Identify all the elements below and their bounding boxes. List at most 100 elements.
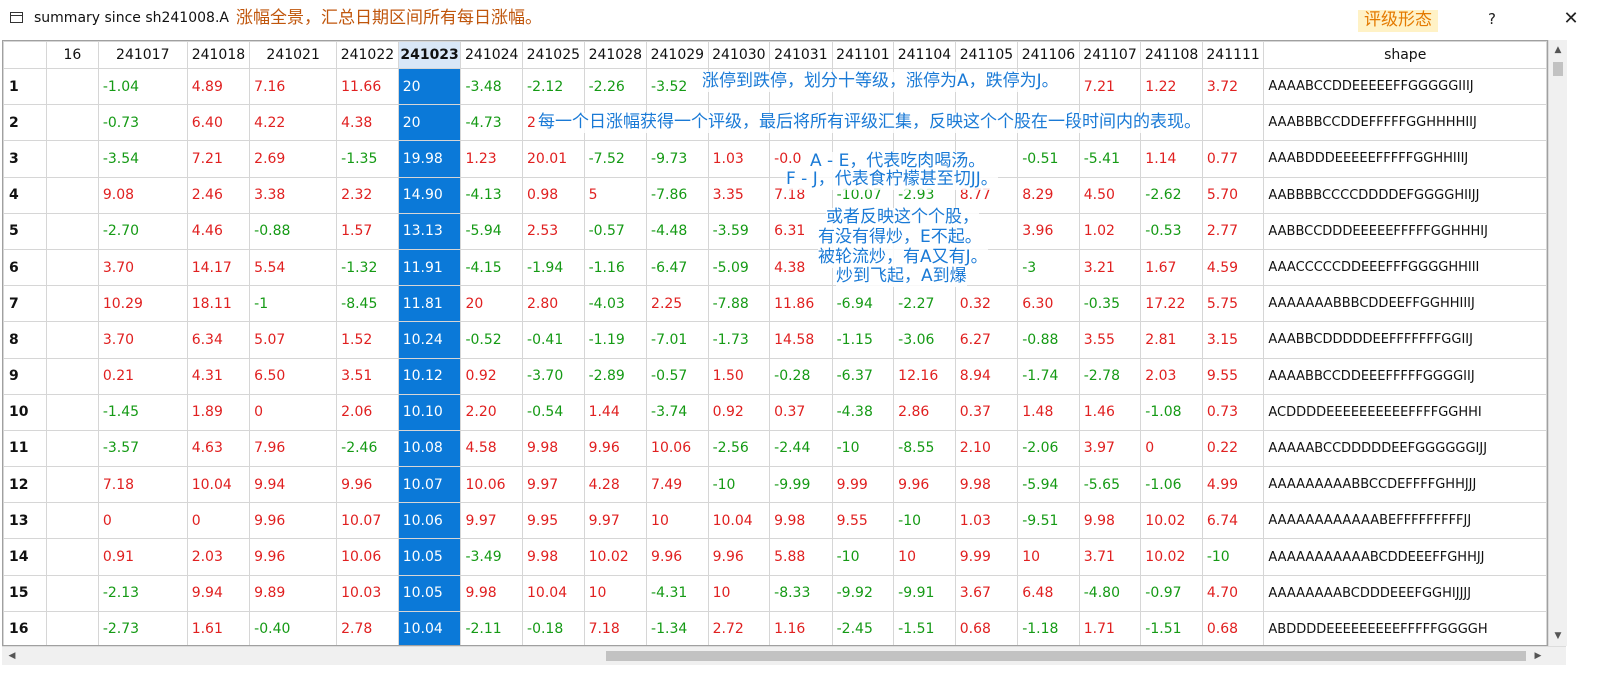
table-cell[interactable]: 4.89	[186, 67, 251, 106]
table-cell[interactable]: 9.94	[249, 466, 338, 504]
table-cell[interactable]: -10	[831, 538, 895, 576]
table-cell[interactable]: -2.45	[831, 610, 895, 645]
column-header-241021[interactable]: 241021	[249, 41, 338, 69]
table-cell[interactable]: -1.04	[97, 67, 188, 106]
table-cell[interactable]: 1.03	[707, 140, 771, 178]
table-cell[interactable]: 3.97	[1078, 429, 1142, 468]
table-cell[interactable]: -0.73	[97, 104, 188, 142]
table-cell[interactable]: 2.10	[954, 429, 1019, 468]
table-cell[interactable]: 2.86	[893, 393, 956, 431]
table-cell[interactable]: -0.18	[522, 610, 585, 645]
table-cell[interactable]: -1.06	[1140, 466, 1203, 504]
column-header-241022[interactable]: 241022	[336, 41, 399, 69]
table-cell[interactable]: 17.22	[1140, 285, 1203, 323]
table-cell[interactable]: 2.53	[522, 212, 585, 250]
table-row[interactable]: 14 0.91 2.03 9.96 10.06 10.05 -3.49 9.98 10.02 9.…	[3, 538, 1547, 576]
table-cell[interactable]: -8.33	[769, 574, 833, 612]
table-cell[interactable]: 3.35	[707, 176, 771, 214]
table-cell[interactable]: 7.16	[249, 67, 338, 106]
table-cell[interactable]: -0.97	[1140, 574, 1203, 612]
table-cell[interactable]: -7.86	[646, 176, 709, 214]
row-header[interactable]: 7	[3, 285, 47, 323]
table-cell[interactable]: 10	[646, 502, 709, 540]
table-cell[interactable]: -9.73	[646, 140, 709, 178]
table-row[interactable]: 13 0 0 9.96 10.07 10.06 9.97 9.95 9.97 10 10.04 9.9…	[3, 502, 1547, 540]
table-cell[interactable]: 18.11	[186, 285, 251, 323]
row-header[interactable]: 15	[3, 574, 47, 612]
table-cell[interactable]: -9.92	[831, 574, 895, 612]
table-cell[interactable]: 9.97	[583, 502, 648, 540]
table-row[interactable]: 10 -1.45 1.89 0 2.06 10.10 2.20 -0.54 1.44 -3.74 0…	[3, 393, 1547, 431]
table-cell[interactable]	[45, 393, 99, 431]
table-cell[interactable]: -0.40	[249, 610, 338, 645]
table-cell[interactable]: 9.98	[769, 502, 833, 540]
column-header-241028[interactable]: 241028	[583, 41, 648, 69]
table-cell[interactable]: 3.21	[1078, 248, 1142, 287]
table-cell[interactable]	[45, 285, 99, 323]
table-cell[interactable]: -2.44	[769, 429, 833, 468]
table-cell[interactable]: 2.46	[186, 176, 251, 214]
shape-cell[interactable]: AABBCCDDDEEEEEFFFFFGGHHHIJ	[1263, 212, 1547, 250]
table-cell[interactable]: 10.02	[583, 538, 648, 576]
shape-cell[interactable]: AAAAAAAABCDDDEEEFGGHIJJJJ	[1263, 574, 1547, 612]
table-cell[interactable]	[45, 466, 99, 504]
table-cell[interactable]: 5.54	[249, 248, 338, 287]
table-cell[interactable]: -9.91	[893, 574, 956, 612]
shape-column-header[interactable]: shape	[1263, 41, 1547, 69]
table-cell[interactable]: 6.40	[186, 104, 251, 142]
table-cell[interactable]: -0.35	[1078, 285, 1142, 323]
table-cell[interactable]: 6.50	[249, 357, 338, 395]
table-cell[interactable]: 9.96	[249, 538, 338, 576]
table-cell[interactable]: 1.22	[1140, 67, 1203, 106]
table-cell[interactable]: 8.29	[1017, 176, 1080, 214]
table-cell[interactable]: 0.91	[97, 538, 188, 576]
table-cell[interactable]: -3.59	[707, 212, 771, 250]
table-cell[interactable]: 1.61	[186, 610, 251, 645]
table-cell[interactable]: -9.51	[1017, 502, 1080, 540]
table-cell[interactable]: 20	[397, 67, 462, 106]
table-cell[interactable]	[45, 140, 99, 178]
table-cell[interactable]: 7.18	[97, 466, 188, 504]
table-cell[interactable]: 1.44	[583, 393, 648, 431]
table-cell[interactable]: 10	[893, 538, 956, 576]
table-cell[interactable]: 5.75	[1201, 285, 1265, 323]
table-cell[interactable]: 11.66	[336, 67, 399, 106]
table-cell[interactable]: 4.46	[186, 212, 251, 250]
table-cell[interactable]: 2.32	[336, 176, 399, 214]
table-cell[interactable]: -5.09	[707, 248, 771, 287]
help-button[interactable]: ?	[1480, 6, 1504, 32]
table-cell[interactable]: 7.21	[186, 140, 251, 178]
table-cell[interactable]: -2.26	[583, 67, 648, 106]
table-cell[interactable]: -3.74	[646, 393, 709, 431]
table-cell[interactable]: 7.18	[583, 610, 648, 645]
table-cell[interactable]: -4.38	[831, 393, 895, 431]
table-cell[interactable]: 1.89	[186, 393, 251, 431]
shape-cell[interactable]: AAABBCDDDDDEEFFFFFFFGGIIJ	[1263, 321, 1547, 359]
table-cell[interactable]: 3.15	[1201, 321, 1265, 359]
shape-cell[interactable]: AAAAAAABBBCDDEEFFGGHHIIIJ	[1263, 285, 1547, 323]
column-header-241029[interactable]: 241029	[646, 41, 709, 69]
table-cell[interactable]: 3.96	[1017, 212, 1080, 250]
table-cell[interactable]: 0.98	[522, 176, 585, 214]
table-cell[interactable]: 9.94	[186, 574, 251, 612]
table-cell[interactable]: 7.96	[249, 429, 338, 468]
column-header-241101[interactable]: 241101	[831, 41, 895, 69]
column-header-241104[interactable]: 241104	[893, 41, 956, 69]
column-header-241107[interactable]: 241107	[1078, 41, 1142, 69]
table-cell[interactable]: 3.72	[1201, 67, 1265, 106]
table-cell[interactable]: 7.21	[1078, 67, 1142, 106]
table-cell[interactable]: -0.52	[460, 321, 524, 359]
table-cell[interactable]: -0.88	[249, 212, 338, 250]
table-cell[interactable]: 9.98	[460, 574, 524, 612]
table-cell[interactable]: 8.94	[954, 357, 1019, 395]
table-cell[interactable]	[45, 104, 99, 142]
column-header-241031[interactable]: 241031	[769, 41, 833, 69]
table-cell[interactable]	[45, 176, 99, 214]
table-cell[interactable]: 0	[1140, 429, 1203, 468]
table-cell[interactable]: -3.52	[646, 67, 709, 106]
table-cell[interactable]: 0	[97, 502, 188, 540]
table-cell[interactable]: 1.23	[460, 140, 524, 178]
table-cell[interactable]: 11.91	[397, 248, 462, 287]
table-cell[interactable]: -1.74	[1017, 357, 1080, 395]
column-header-241111[interactable]: 241111	[1201, 41, 1265, 69]
